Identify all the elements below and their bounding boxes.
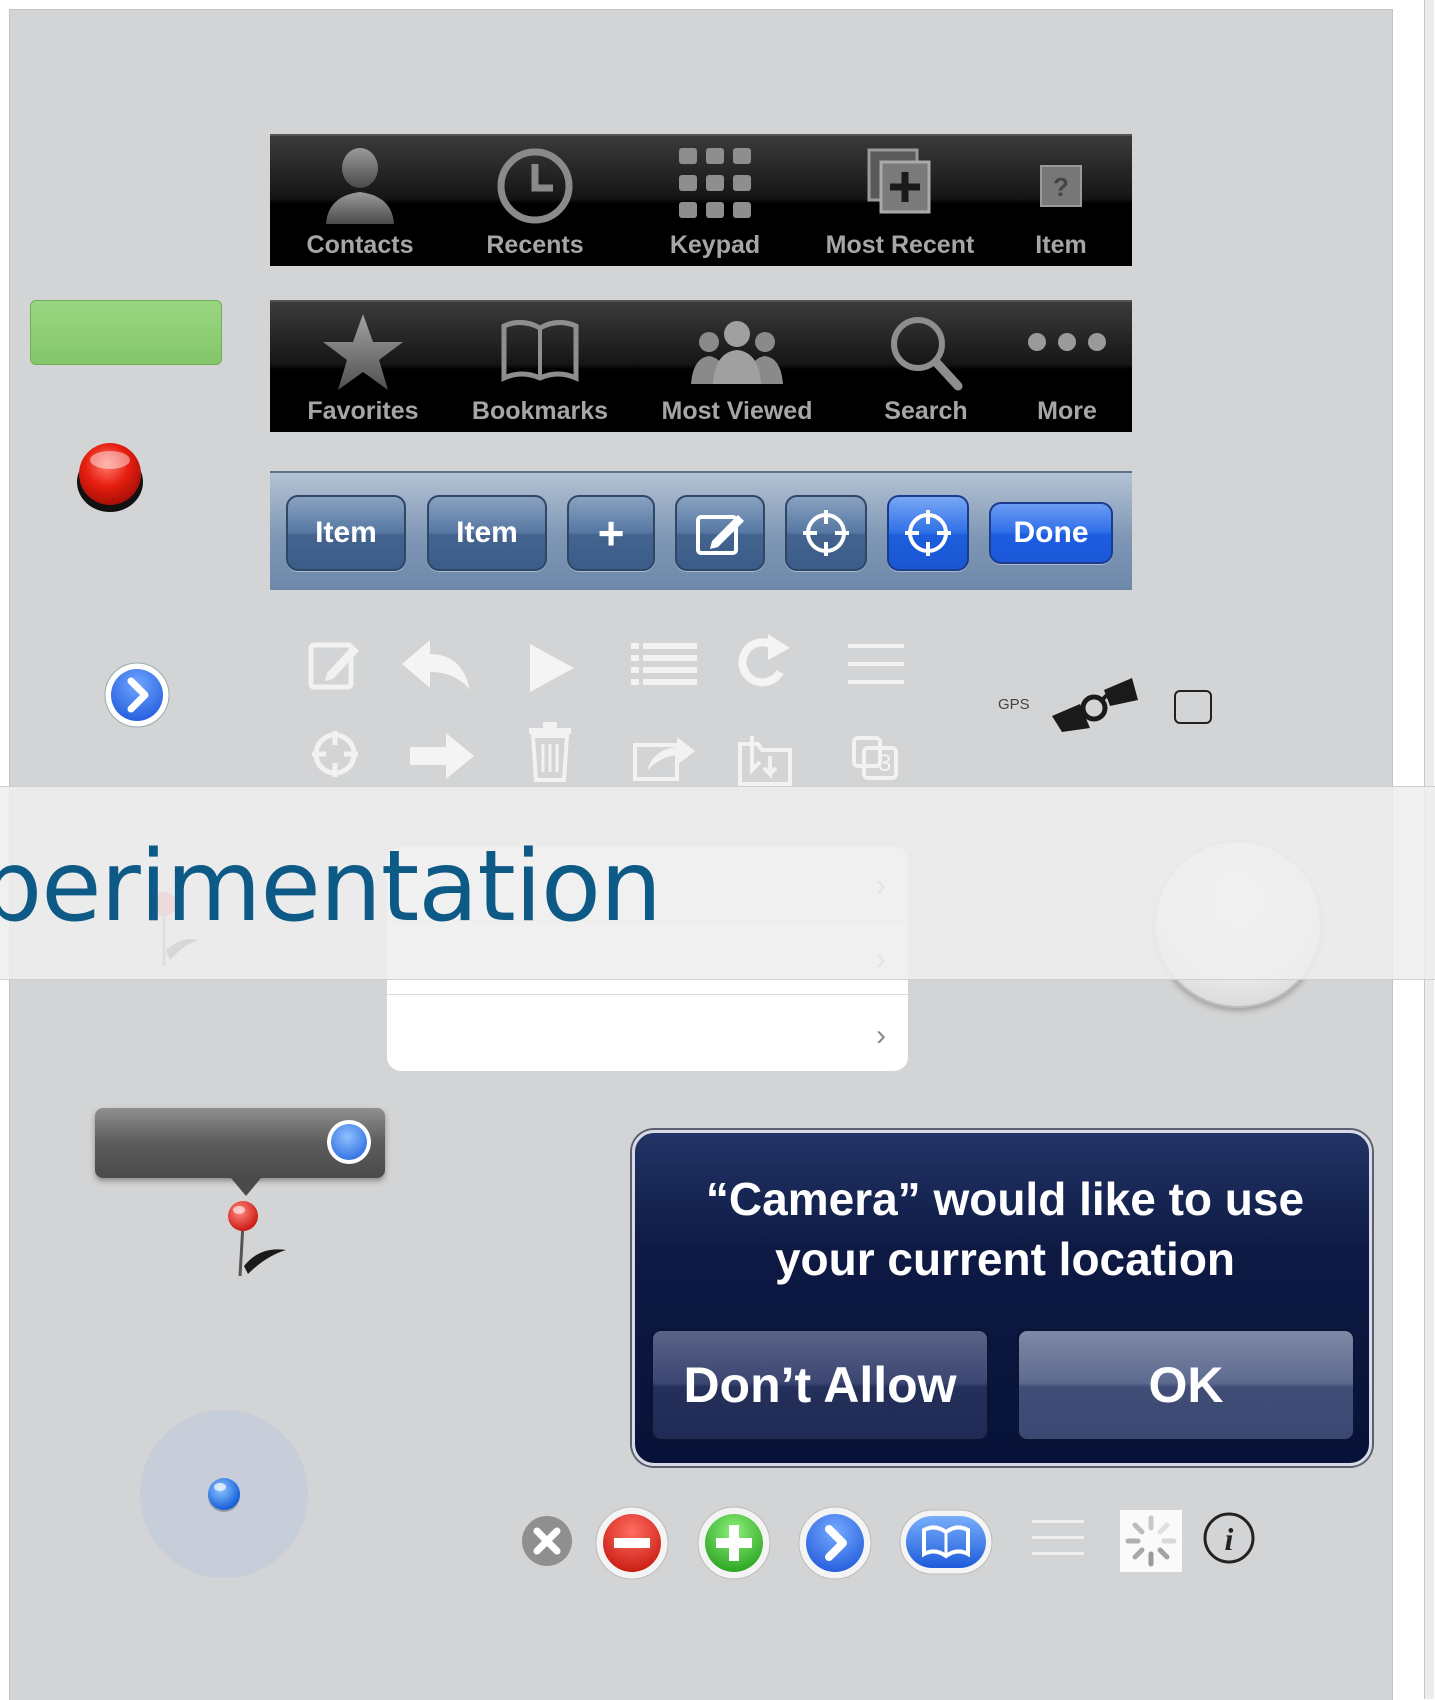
toolbar-item-button[interactable]: Item xyxy=(286,495,406,571)
pages-count: 3 xyxy=(878,750,892,777)
tab-favorites[interactable]: Favorites xyxy=(270,302,456,432)
checkbox[interactable] xyxy=(1174,690,1212,724)
trash-icon[interactable] xyxy=(527,722,573,782)
unknown-item-icon: ? xyxy=(1040,165,1082,207)
map-callout[interactable] xyxy=(95,1108,385,1178)
locate-button[interactable] xyxy=(785,495,867,571)
info-icon[interactable]: i xyxy=(1202,1511,1256,1565)
add-button[interactable]: + xyxy=(567,495,655,571)
dont-allow-button[interactable]: Don’t Allow xyxy=(651,1329,989,1441)
tab-keypad[interactable]: Keypad xyxy=(620,136,810,266)
delete-minus-icon[interactable] xyxy=(594,1505,670,1581)
contact-person-icon xyxy=(326,148,394,224)
disclosure-button-icon[interactable] xyxy=(797,1505,873,1581)
tab-label: Favorites xyxy=(307,397,419,425)
tab-label: Most Viewed xyxy=(661,397,813,425)
crosshair-icon xyxy=(905,510,951,556)
map-pin-icon[interactable] xyxy=(226,1198,296,1280)
tab-bar-phone: Contacts Recents Keypad Most Recent ? It… xyxy=(270,134,1132,266)
record-icon[interactable] xyxy=(75,440,145,514)
tab-most-viewed[interactable]: Most Viewed xyxy=(624,302,850,432)
tab-item[interactable]: ? Item xyxy=(990,136,1132,266)
bookmarks-button-icon[interactable] xyxy=(898,1508,994,1576)
arrow-right-icon[interactable] xyxy=(410,733,474,779)
tab-label: Item xyxy=(1035,231,1087,259)
tab-search[interactable]: Search xyxy=(850,302,1002,432)
locate-button-active[interactable] xyxy=(887,495,969,571)
gps-label: GPS xyxy=(998,696,1030,713)
refresh-icon[interactable] xyxy=(734,632,796,694)
tab-label: Keypad xyxy=(669,231,761,259)
ellipsis-icon xyxy=(1028,333,1106,351)
tab-label: Most Recent xyxy=(825,231,975,259)
overlay-title: perimentation xyxy=(0,830,662,944)
table-row[interactable]: › xyxy=(387,997,908,1071)
clear-icon[interactable] xyxy=(520,1514,574,1568)
keypad-grid-icon xyxy=(679,148,751,218)
alert-title: “Camera” would like to use your current … xyxy=(705,1173,1305,1285)
tab-label: Bookmarks xyxy=(471,397,609,425)
reply-icon[interactable] xyxy=(398,636,476,694)
done-button[interactable]: Done xyxy=(989,502,1113,564)
pages-badge-icon[interactable]: 3 xyxy=(852,736,898,780)
menu-lines-icon[interactable] xyxy=(848,642,904,688)
tab-label: More xyxy=(1037,397,1097,425)
satellite-icon xyxy=(1052,678,1138,732)
magnifier-icon xyxy=(891,317,963,391)
callout-pointer xyxy=(231,1178,261,1196)
toolbar: Item Item + Done xyxy=(270,471,1132,590)
disclosure-button-icon[interactable] xyxy=(103,661,171,729)
compose-icon xyxy=(696,515,744,555)
compose-button[interactable] xyxy=(675,495,765,571)
green-button[interactable] xyxy=(30,300,222,365)
group-icon xyxy=(691,321,783,384)
play-icon[interactable] xyxy=(526,640,578,696)
tab-contacts[interactable]: Contacts xyxy=(270,136,450,266)
tab-recents[interactable]: Recents xyxy=(450,136,620,266)
toolbar-item-button[interactable]: Item xyxy=(427,495,547,571)
tab-label: Search xyxy=(884,397,968,425)
menu-lines-icon[interactable] xyxy=(1032,1518,1084,1558)
tab-label: Recents xyxy=(486,231,584,259)
most-recent-icon xyxy=(867,148,931,214)
tab-bookmarks[interactable]: Bookmarks xyxy=(456,302,624,432)
star-icon xyxy=(323,314,403,390)
tab-label: Contacts xyxy=(306,231,414,259)
share-icon[interactable] xyxy=(633,731,697,781)
add-plus-icon[interactable] xyxy=(696,1505,772,1581)
crosshair-icon[interactable] xyxy=(310,729,360,779)
clock-icon xyxy=(497,148,573,224)
tab-more[interactable]: More xyxy=(1002,302,1132,432)
location-alert: “Camera” would like to use your current … xyxy=(632,1130,1372,1466)
folder-move-icon[interactable] xyxy=(738,734,792,788)
compose-icon[interactable] xyxy=(307,637,363,693)
chevron-right-icon: › xyxy=(876,1019,886,1052)
ok-button[interactable]: OK xyxy=(1017,1329,1355,1441)
svg-text:?: ? xyxy=(1053,172,1069,202)
crosshair-icon xyxy=(803,510,849,556)
list-icon[interactable] xyxy=(631,641,697,685)
callout-blue-dot-icon[interactable] xyxy=(325,1118,373,1166)
tab-bar-browser: Favorites Bookmarks Most Viewed Search M… xyxy=(270,300,1132,432)
tab-most-recent[interactable]: Most Recent xyxy=(810,136,990,266)
user-location-dot-icon xyxy=(208,1478,240,1512)
spinner-icon xyxy=(1125,1515,1177,1567)
book-icon xyxy=(501,320,579,382)
svg-text:i: i xyxy=(1225,1521,1234,1557)
activity-indicator xyxy=(1120,1510,1182,1572)
